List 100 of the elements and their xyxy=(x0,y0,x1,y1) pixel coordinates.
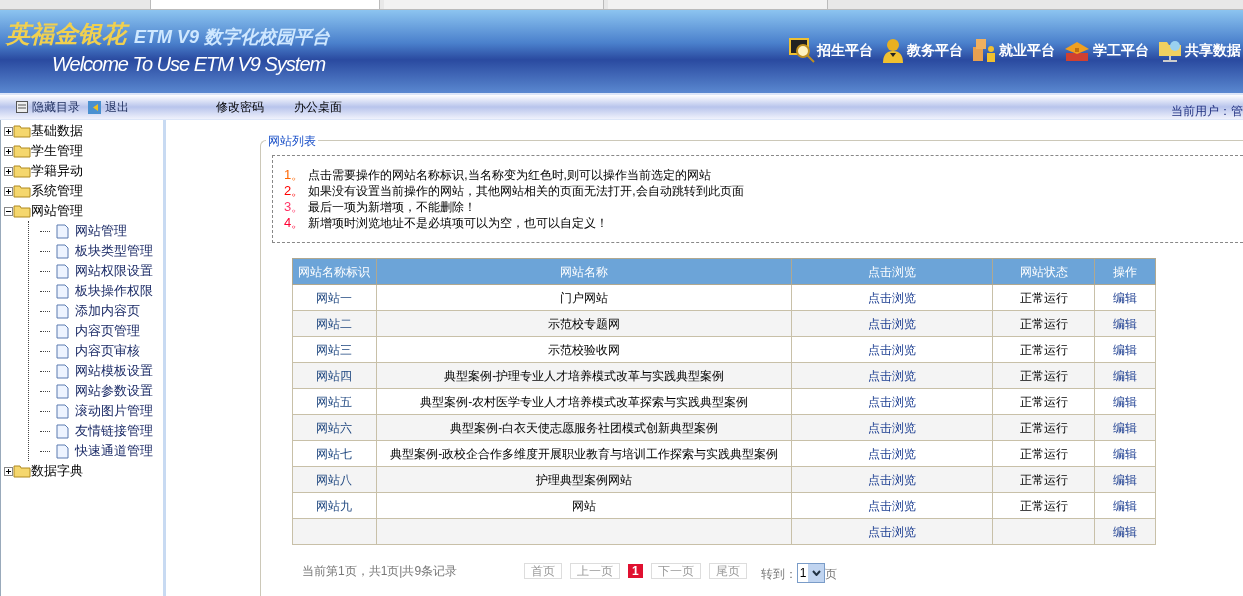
note-text: 最后一项为新增项，不能删除！ xyxy=(308,199,477,215)
table-cell: 正常运行 xyxy=(1019,290,1068,305)
note-text: 点击需要操作的网站名称标识,当名称变为红色时,则可以操作当前选定的网站 xyxy=(308,167,711,183)
product-title: ETM V9 数字化校园平台 xyxy=(134,28,330,46)
platform-link[interactable]: 共享数据 xyxy=(1155,37,1243,63)
tree-folder-item[interactable]: 基础数据 xyxy=(31,121,83,141)
tree-page-item[interactable]: 内容页审核 xyxy=(75,341,140,361)
tree-page-item[interactable]: 友情链接管理 xyxy=(75,421,153,441)
table-cell: 典型案例-护理专业人才培养模式改革与实践典型案例 xyxy=(444,368,725,383)
browse-link[interactable]: 点击浏览 xyxy=(868,394,917,409)
page-summary: 当前第1页，共1页|共9条记录 xyxy=(302,563,459,580)
column-header: 网站状态 xyxy=(992,258,1095,285)
browse-link[interactable]: 点击浏览 xyxy=(868,498,917,513)
tree-page-item[interactable]: 网站权限设置 xyxy=(75,261,153,281)
expand-icon[interactable] xyxy=(4,126,13,136)
tree-page-item[interactable]: 网站参数设置 xyxy=(75,381,153,401)
tree-folder-item[interactable]: 学生管理 xyxy=(31,141,83,161)
folder-icon xyxy=(13,184,31,198)
table-cell: 示范校专题网 xyxy=(548,316,621,331)
document-icon xyxy=(56,263,69,279)
document-icon xyxy=(56,243,69,259)
document-icon xyxy=(56,223,69,239)
table-cell: 典型案例-农村医学专业人才培养模式改革探索与实践典型案例 xyxy=(420,394,749,409)
tree-folder-item[interactable]: 数据字典 xyxy=(31,461,83,481)
column-header: 操作 xyxy=(1094,258,1156,285)
document-icon xyxy=(56,363,69,379)
boxes-icon xyxy=(971,37,997,63)
note-text: 如果没有设置当前操作的网站，其他网站相关的页面无法打开,会自动跳转到此页面 xyxy=(308,183,744,199)
tree-page-item[interactable]: 滚动图片管理 xyxy=(75,401,153,421)
folder-icon xyxy=(13,164,31,178)
folder-icon xyxy=(13,144,31,158)
panel-title: 网站列表 xyxy=(266,132,318,150)
browse-link[interactable]: 点击浏览 xyxy=(868,342,917,357)
document-icon xyxy=(56,323,69,339)
tree-page-item[interactable]: 网站管理 xyxy=(75,221,127,241)
table-cell: 正常运行 xyxy=(1019,420,1068,435)
note-number: 1。 xyxy=(284,167,305,183)
logout-button[interactable]: 退出 xyxy=(88,98,129,116)
toolbar-link[interactable]: 修改密码 xyxy=(216,98,264,116)
table-cell: 典型案例-政校企合作多维度开展职业教育与培训工作探索与实践典型案例 xyxy=(390,446,779,461)
browse-link[interactable]: 点击浏览 xyxy=(868,524,917,539)
document-icon xyxy=(56,443,69,459)
welcome-text: Welcome To Use ETM V9 System xyxy=(52,54,327,74)
table-cell: 正常运行 xyxy=(1019,472,1068,487)
tree-folder-item[interactable]: 学籍异动 xyxy=(31,161,83,181)
toolbar-link[interactable]: 办公桌面 xyxy=(294,98,342,116)
folder-icon xyxy=(13,124,31,138)
browse-link[interactable]: 点击浏览 xyxy=(868,316,917,331)
expand-icon[interactable] xyxy=(4,466,13,476)
monitor-magnifier-icon xyxy=(789,37,815,63)
page-select[interactable]: 1 xyxy=(796,563,826,583)
tree-page-item[interactable]: 快速通道管理 xyxy=(75,441,153,461)
table-cell: 示范校验收网 xyxy=(548,342,621,357)
document-icon xyxy=(56,303,69,319)
browse-link[interactable]: 点击浏览 xyxy=(868,290,917,305)
platform-link[interactable]: 学工平台 xyxy=(1061,37,1151,63)
note-number: 4。 xyxy=(284,215,305,231)
person-icon xyxy=(881,37,905,63)
table-cell: 正常运行 xyxy=(1019,342,1068,357)
tree-page-item[interactable]: 板块操作权限 xyxy=(75,281,153,301)
tree-page-item[interactable]: 添加内容页 xyxy=(75,301,140,321)
tree-page-item[interactable]: 网站模板设置 xyxy=(75,361,153,381)
table-cell: 正常运行 xyxy=(1019,316,1068,331)
folder-icon xyxy=(13,204,31,218)
table-cell: 典型案例-白衣天使志愿服务社团模式创新典型案例 xyxy=(450,420,719,435)
list-icon xyxy=(16,101,28,113)
hide-menu-button[interactable]: 隐藏目录 xyxy=(16,98,80,116)
expand-icon[interactable] xyxy=(4,166,13,176)
current-user: 当前用户：管 xyxy=(1171,103,1243,120)
tree-folder-item[interactable]: 网站管理 xyxy=(31,201,83,221)
expand-icon[interactable] xyxy=(4,146,13,156)
column-header: 点击浏览 xyxy=(791,258,993,285)
platform-link[interactable]: 就业平台 xyxy=(969,37,1057,63)
table-cell: 护理典型案例网站 xyxy=(536,472,633,487)
browse-link[interactable]: 点击浏览 xyxy=(868,368,917,383)
document-icon xyxy=(56,423,69,439)
browse-link[interactable]: 点击浏览 xyxy=(868,420,917,435)
table-cell: 正常运行 xyxy=(1019,446,1068,461)
expand-icon[interactable] xyxy=(4,186,13,196)
tree-folder-item[interactable]: 系统管理 xyxy=(31,181,83,201)
table-cell: 正常运行 xyxy=(1019,394,1068,409)
table-cell: 门户网站 xyxy=(560,290,609,305)
browse-link[interactable]: 点击浏览 xyxy=(868,446,917,461)
column-header: 网站名称标识 xyxy=(292,258,377,285)
platform-link[interactable]: 招生平台 xyxy=(787,37,875,63)
document-icon xyxy=(56,403,69,419)
platform-link[interactable]: 教务平台 xyxy=(879,37,965,63)
document-icon xyxy=(56,383,69,399)
note-number: 3。 xyxy=(284,199,305,215)
browse-link[interactable]: 点击浏览 xyxy=(868,472,917,487)
goto-label: 转到： xyxy=(760,566,797,583)
tree-page-item[interactable]: 内容页管理 xyxy=(75,321,140,341)
tree-page-item[interactable]: 板块类型管理 xyxy=(75,241,153,261)
note-text: 新增项时浏览地址不是必填项可以为空，也可以自定义！ xyxy=(308,215,609,231)
document-icon xyxy=(56,283,69,299)
folder-icon xyxy=(13,464,31,478)
table-cell: 网站 xyxy=(572,498,597,513)
current-page: 1 xyxy=(628,564,643,578)
collapse-icon[interactable] xyxy=(4,206,13,216)
page-unit: 页 xyxy=(825,566,838,583)
